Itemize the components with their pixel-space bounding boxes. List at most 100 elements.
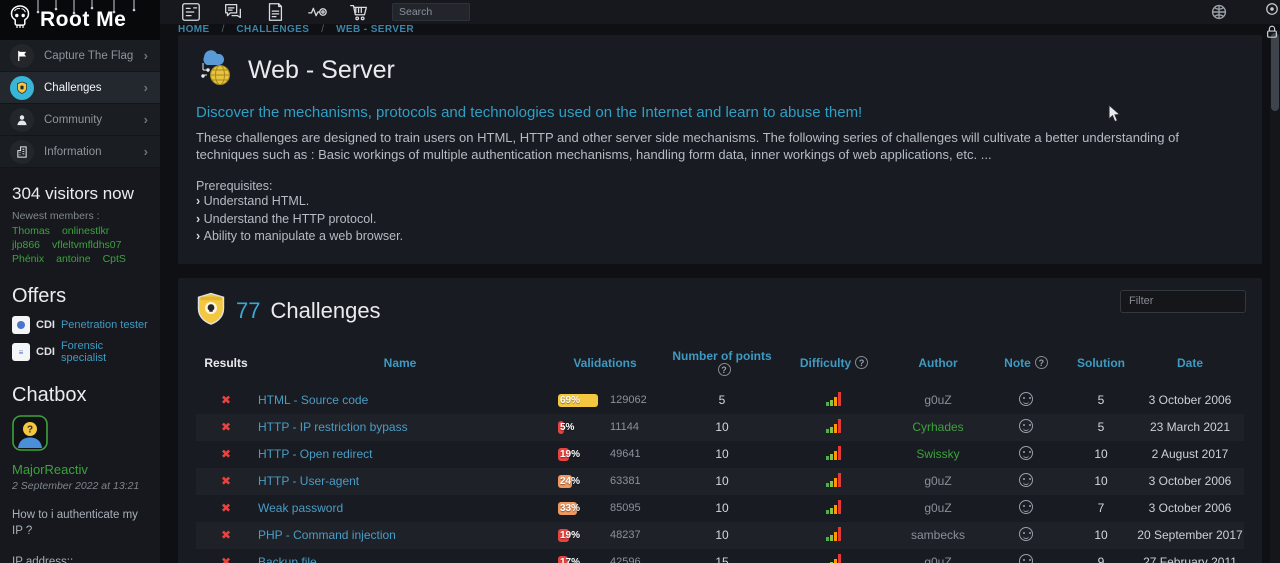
- challenge-date: 2 August 2017: [1136, 441, 1244, 468]
- solution-count[interactable]: 5: [1066, 414, 1136, 441]
- svg-text:?: ?: [27, 425, 33, 436]
- solution-count[interactable]: 10: [1066, 522, 1136, 549]
- note-smiley-icon: [1019, 446, 1033, 460]
- edge-overlay-icons: [1265, 2, 1279, 44]
- offer-penetration-tester[interactable]: CDI Penetration tester: [12, 316, 148, 334]
- note-smiley-icon: [1019, 419, 1033, 433]
- sidebar-menu: Capture The Flag Challenges Community In…: [0, 40, 160, 168]
- sidebar-item-challenges[interactable]: Challenges: [0, 72, 160, 104]
- language-globe-icon[interactable]: [1207, 0, 1231, 24]
- member-link[interactable]: jlp866: [12, 239, 40, 251]
- validation-pct: 17%: [560, 556, 580, 563]
- logo[interactable]: Root Me: [0, 0, 160, 40]
- validation-count: 85095: [610, 502, 641, 514]
- lock-icon[interactable]: [1265, 24, 1279, 44]
- member-link[interactable]: Phénix: [12, 253, 44, 265]
- validation-pct: 69%: [560, 394, 580, 407]
- challenge-row: ✖ HTTP - IP restriction bypass 5% 11144 …: [196, 414, 1244, 441]
- category-intro-panel: Web - Server Discover the mechanisms, pr…: [178, 35, 1262, 264]
- breadcrumb-challenges[interactable]: CHALLENGES: [236, 24, 309, 35]
- not-validated-icon: ✖: [196, 393, 256, 407]
- offer-label[interactable]: Forensic specialist: [61, 340, 148, 364]
- challenge-link[interactable]: HTTP - User-agent: [256, 474, 359, 488]
- member-link[interactable]: Thomas: [12, 225, 50, 237]
- column-header-author[interactable]: Author: [890, 345, 986, 387]
- challenge-link[interactable]: HTTP - IP restriction bypass: [256, 420, 408, 434]
- solution-count[interactable]: 5: [1066, 387, 1136, 414]
- sidebar-item-label: Challenges: [44, 82, 102, 94]
- author-link[interactable]: g0uZ: [890, 387, 986, 414]
- solution-count[interactable]: 10: [1066, 441, 1136, 468]
- offer-forensic-specialist[interactable]: ≡ CDI Forensic specialist: [12, 340, 148, 364]
- breadcrumb-home[interactable]: HOME: [178, 24, 210, 35]
- author-link[interactable]: sambecks: [890, 522, 986, 549]
- breadcrumb-web-server[interactable]: WEB - SERVER: [336, 24, 414, 35]
- not-validated-icon: ✖: [196, 501, 256, 515]
- difficulty-bars-icon: [826, 503, 842, 517]
- author-link[interactable]: g0uZ: [890, 495, 986, 522]
- chat-username[interactable]: MajorReactiv: [12, 462, 148, 477]
- prerequisite-item: Understand the HTTP protocol.: [196, 211, 1244, 229]
- cart-icon[interactable]: [347, 0, 371, 24]
- forum-icon[interactable]: [221, 0, 245, 24]
- member-link[interactable]: CptS: [103, 253, 126, 265]
- help-icon[interactable]: [855, 356, 868, 369]
- chat-message: IP address:: REDACTED is not authorized …: [12, 555, 148, 563]
- avatar[interactable]: ?: [12, 438, 48, 455]
- challenge-link[interactable]: HTML - Source code: [256, 393, 368, 407]
- author-link[interactable]: Swissky: [890, 441, 986, 468]
- skull-logo-icon: [8, 5, 32, 36]
- column-header-difficulty[interactable]: Difficulty: [778, 345, 890, 387]
- column-header-solution[interactable]: Solution: [1066, 345, 1136, 387]
- record-icon[interactable]: [1265, 2, 1279, 21]
- challenge-row: ✖ HTTP - User-agent 24% 63381 10 g0uZ 10…: [196, 468, 1244, 495]
- column-header-note[interactable]: Note: [986, 345, 1066, 387]
- filter-input[interactable]: [1120, 290, 1246, 313]
- sidebar-item-community[interactable]: Community: [0, 104, 160, 136]
- challenge-link[interactable]: Backup file: [256, 555, 317, 563]
- challenge-link[interactable]: Weak password: [256, 501, 343, 515]
- challenge-link[interactable]: PHP - Command injection: [256, 528, 396, 542]
- activity-icon[interactable]: [305, 0, 329, 24]
- author-link[interactable]: Cyrhades: [890, 414, 986, 441]
- author-link[interactable]: g0uZ: [890, 468, 986, 495]
- column-header-name[interactable]: Name: [256, 345, 544, 387]
- validation-badge-holder: 17%: [558, 556, 604, 563]
- breadcrumb: HOME / CHALLENGES / WEB - SERVER: [160, 24, 1280, 35]
- search-input[interactable]: [392, 3, 470, 21]
- offers-title: Offers: [12, 285, 148, 308]
- validation-count: 48237: [610, 529, 641, 541]
- member-link[interactable]: vfleltvmfldhs07: [52, 239, 121, 251]
- member-link[interactable]: antoine: [56, 253, 90, 265]
- prerequisites-label: Prerequisites:: [196, 179, 1244, 193]
- scrollbar-thumb[interactable]: [1271, 33, 1279, 111]
- column-header-points[interactable]: Number of points: [666, 345, 778, 387]
- challenge-date: 3 October 2006: [1136, 468, 1244, 495]
- solution-count[interactable]: 9: [1066, 549, 1136, 563]
- not-validated-icon: ✖: [196, 528, 256, 542]
- challenge-date: 20 September 2017: [1136, 522, 1244, 549]
- validation-pct: 19%: [560, 448, 580, 461]
- note-smiley-icon: [1019, 500, 1033, 514]
- validation-badge-holder: 5%: [558, 421, 604, 434]
- author-link[interactable]: g0uZ: [890, 549, 986, 563]
- vertical-scrollbar[interactable]: [1270, 30, 1280, 563]
- solution-count[interactable]: 7: [1066, 495, 1136, 522]
- help-icon[interactable]: [1035, 356, 1048, 369]
- faq-icon[interactable]: [179, 0, 203, 24]
- challenge-date: 23 March 2021: [1136, 414, 1244, 441]
- member-link[interactable]: onlinestlkr: [62, 225, 109, 237]
- validation-badge-holder: 19%: [558, 448, 604, 461]
- not-validated-icon: ✖: [196, 420, 256, 434]
- solution-count[interactable]: 10: [1066, 468, 1136, 495]
- help-icon[interactable]: [718, 363, 731, 376]
- sidebar-item-capture-the-flag[interactable]: Capture The Flag: [0, 40, 160, 72]
- page-title: Web - Server: [248, 56, 395, 85]
- column-header-date[interactable]: Date: [1136, 345, 1244, 387]
- offer-label[interactable]: Penetration tester: [61, 319, 148, 331]
- offer-contract-type: CDI: [36, 346, 55, 358]
- sidebar-item-information[interactable]: Information: [0, 136, 160, 168]
- column-header-validations[interactable]: Validations: [544, 345, 666, 387]
- docs-icon[interactable]: [263, 0, 287, 24]
- challenge-link[interactable]: HTTP - Open redirect: [256, 447, 372, 461]
